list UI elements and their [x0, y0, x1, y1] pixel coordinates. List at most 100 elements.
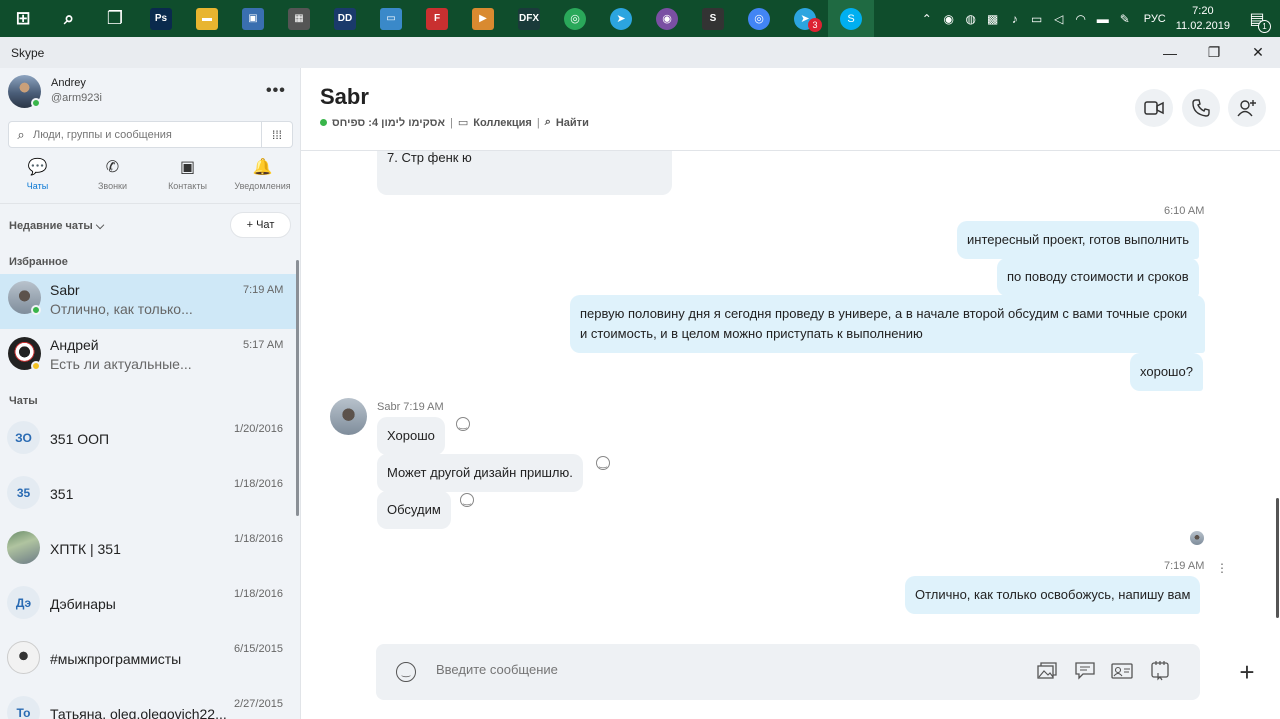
dialpad-icon[interactable]: ⁞⁞⁞: [262, 121, 293, 148]
taskbar-app-sublime-button[interactable]: S: [690, 0, 736, 37]
collection-link[interactable]: Коллекция: [473, 117, 532, 129]
taskbar-app-telegram2-button[interactable]: ➤ 3: [782, 0, 828, 37]
list-item[interactable]: Sabr Отлично, как только... 7:19 AM: [0, 274, 298, 329]
clock-date: 11.02.2019: [1175, 19, 1230, 32]
avatar[interactable]: [330, 398, 367, 435]
list-item[interactable]: Андрей Есть ли актуальные... 5:17 AM: [0, 329, 298, 384]
list-item[interactable]: Дэ Дэбинары 1/18/2016: [0, 576, 298, 631]
favorites-heading: Избранное: [9, 256, 68, 268]
taskbar-app-dfx-button[interactable]: DFX: [506, 0, 552, 37]
app-rdp-icon: ▭: [380, 7, 402, 30]
taskbar-app-skype-button[interactable]: S: [828, 0, 874, 37]
unread-badge: 3: [808, 18, 822, 32]
message-bubble[interactable]: Отлично, как только освобожусь, напишу в…: [905, 576, 1201, 614]
search-box[interactable]: ⌕: [8, 121, 262, 148]
chat-date: 1/20/2016: [234, 423, 283, 435]
add-people-button[interactable]: [1228, 89, 1266, 127]
restore-button[interactable]: ❐: [1192, 37, 1236, 68]
message-bubble[interactable]: первую половину дня я сегодня проведу в …: [570, 295, 1205, 353]
taskbar-app-telegram-button[interactable]: ➤: [598, 0, 644, 37]
tab-chats[interactable]: 💬 Чаты: [0, 156, 75, 203]
taskbar-file-explorer-button[interactable]: ▬: [184, 0, 230, 37]
language-indicator[interactable]: РУС: [1144, 13, 1166, 25]
tab-calls[interactable]: ✆ Звонки: [75, 156, 150, 203]
recent-chats-dropdown[interactable]: Недавние чаты ⌵: [9, 220, 104, 233]
chat-icon: 💬: [27, 159, 48, 176]
taskbar-app-chrome-button[interactable]: ◎: [736, 0, 782, 37]
music-icon[interactable]: ♪: [1006, 10, 1024, 28]
taskbar-calculator-button[interactable]: ▦: [276, 0, 322, 37]
message-bubble[interactable]: хорошо?: [1130, 353, 1203, 391]
list-item[interactable]: То Татьяна, oleg.olegovich22... 2/27/201…: [0, 686, 298, 719]
add-content-button[interactable]: +: [1228, 653, 1266, 691]
viber-icon[interactable]: ◉: [940, 10, 958, 28]
message-input[interactable]: [436, 662, 1016, 677]
action-center-icon[interactable]: ▤ 1: [1244, 6, 1271, 33]
phone-icon: [1192, 99, 1210, 117]
chevron-up-icon[interactable]: ⌃: [918, 10, 936, 28]
contact-card-icon[interactable]: [1111, 661, 1133, 681]
app-dfx-icon: DFX: [518, 7, 540, 30]
close-button[interactable]: ✕: [1236, 37, 1280, 68]
taskbar-search-button[interactable]: ⌕: [46, 0, 92, 37]
calculator-icon: ▦: [288, 7, 310, 30]
message-scrollbar[interactable]: [1276, 498, 1279, 618]
list-item[interactable]: ЗО 351 ООП 1/20/2016: [0, 411, 298, 466]
clock[interactable]: 7:20 11.02.2019: [1176, 4, 1230, 34]
new-chat-button[interactable]: + Чат: [230, 212, 291, 238]
taskbar-photoshop-button[interactable]: Ps: [138, 0, 184, 37]
smiley-icon[interactable]: ‿: [460, 493, 474, 507]
chat-time: 7:19 AM: [243, 284, 284, 296]
message-bubble[interactable]: Обсудим: [377, 491, 451, 529]
pen-icon[interactable]: ✎: [1116, 10, 1134, 28]
emoji-icon[interactable]: ‿: [396, 662, 416, 682]
taskbar-windows-start-button[interactable]: ⊞: [0, 0, 46, 37]
notification-count: 1: [1258, 19, 1271, 33]
battery-icon[interactable]: ▭: [1028, 10, 1046, 28]
message-bubble[interactable]: интересный проект, готов выполнить: [957, 221, 1200, 259]
list-item[interactable]: ХПТК | 351 1/18/2016: [0, 521, 298, 576]
volume-icon[interactable]: ◁: [1050, 10, 1068, 28]
taskbar-save-app-button[interactable]: ▣: [230, 0, 276, 37]
chrome-tray-icon[interactable]: ◍: [962, 10, 980, 28]
chat-name: #мыжпрограммисты: [50, 651, 182, 667]
smiley-icon[interactable]: ‿: [456, 417, 470, 431]
profile-area[interactable]: Andrey @arm923i •••: [0, 68, 300, 118]
find-link[interactable]: Найти: [556, 117, 589, 129]
message-bubble[interactable]: Может другой дизайн пришлю.: [377, 454, 583, 492]
chat-name: Sabr: [50, 282, 80, 298]
search-input[interactable]: [33, 128, 253, 141]
flag-ru-icon[interactable]: ▬: [1094, 10, 1112, 28]
smiley-icon[interactable]: ‿: [596, 456, 610, 470]
more-options-button[interactable]: •••: [266, 82, 286, 100]
wifi-icon[interactable]: ◠: [1072, 10, 1090, 28]
message-bubble[interactable]: 7. Стр фенк ю: [377, 151, 672, 195]
taskbar-app-purple-button[interactable]: ◉: [644, 0, 690, 37]
mood-message: אסקימו לימון 4: ספיחס: [332, 116, 445, 129]
taskbar-app-player-button[interactable]: ▶: [460, 0, 506, 37]
chat-bubble-icon[interactable]: [1074, 661, 1096, 681]
sidebar-scrollbar[interactable]: [296, 260, 299, 516]
list-item[interactable]: 35 351 1/18/2016: [0, 466, 298, 521]
message-options-icon[interactable]: ⋮: [1216, 561, 1228, 575]
taskbar-app-rdp-button[interactable]: ▭: [368, 0, 414, 37]
taskbar-app-green-button[interactable]: ◎: [552, 0, 598, 37]
search-icon: ⌕: [63, 8, 75, 28]
taskbar-app-red-button[interactable]: F: [414, 0, 460, 37]
page-title[interactable]: Sabr: [320, 84, 369, 110]
message-bubble[interactable]: по поводу стоимости и сроков: [997, 258, 1199, 296]
tab-notifications[interactable]: 🔔 Уведомления: [225, 156, 300, 203]
media-gallery-icon[interactable]: [1036, 661, 1058, 681]
minimize-button[interactable]: —: [1148, 37, 1192, 68]
audio-call-button[interactable]: [1182, 89, 1220, 127]
taskbar-task-view-button[interactable]: ❐: [92, 0, 138, 37]
save-app-icon: ▣: [242, 7, 264, 30]
tab-contacts[interactable]: ▣ Контакты: [150, 156, 225, 203]
video-call-button[interactable]: [1135, 89, 1173, 127]
message-bubble[interactable]: Хорошо: [377, 417, 445, 455]
list-item[interactable]: #мыжпрограммисты 6/15/2015: [0, 631, 298, 686]
more-tools-icon[interactable]: [1149, 661, 1171, 681]
app-tray-icon[interactable]: ▩: [984, 10, 1002, 28]
conversation-header: Sabr אסקימו לימון 4: ספיחס | ▭ Коллекция…: [301, 68, 1280, 151]
taskbar-app-dd-button[interactable]: DD: [322, 0, 368, 37]
